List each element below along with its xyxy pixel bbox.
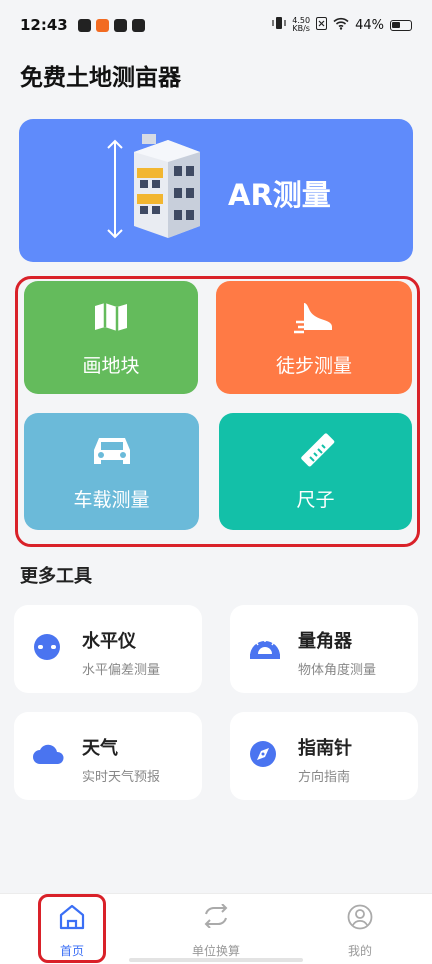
level-icon (32, 632, 62, 666)
tool-title: 水平仪 (82, 631, 136, 652)
highlight-frame (38, 894, 106, 963)
weather-tool-card[interactable]: 天气 实时天气预报 (14, 712, 202, 800)
battery-icon (390, 19, 412, 31)
more-tools-title: 更多工具 (20, 566, 92, 587)
tool-title: 量角器 (298, 631, 352, 652)
compass-tool-card[interactable]: 指南针 方向指南 (230, 712, 418, 800)
vertical-arrow-icon (107, 139, 123, 239)
app-notification-icon (95, 18, 109, 32)
tool-title: 天气 (82, 738, 118, 759)
app-notification-icon (77, 18, 91, 32)
status-time: 12:43 (20, 16, 68, 34)
convert-icon (203, 903, 229, 932)
app-notification-icon (131, 18, 145, 32)
home-indicator[interactable] (129, 958, 303, 962)
level-tool-card[interactable]: 水平仪 水平偏差测量 (14, 605, 202, 693)
tool-subtitle: 实时天气预报 (82, 770, 161, 785)
tool-subtitle: 方向指南 (298, 770, 351, 785)
status-bar: 12:43 4.50 KB/s 44% (0, 0, 432, 50)
ar-measure-button[interactable] (19, 119, 413, 262)
building-icon (134, 134, 200, 238)
wifi-icon (333, 17, 349, 34)
sim-off-icon (316, 16, 328, 34)
vibrate-icon (272, 16, 286, 34)
tool-subtitle: 物体角度测量 (298, 663, 377, 678)
cloud-icon (32, 742, 64, 770)
nav-item-mine[interactable]: 我的 (310, 894, 410, 964)
page-title: 免费土地测亩器 (20, 65, 181, 91)
highlight-frame (15, 276, 420, 547)
ar-measure-label: AR测量 (228, 178, 331, 212)
network-speed: 4.50 KB/s (292, 16, 311, 33)
status-app-icons (77, 18, 145, 32)
app-notification-icon (113, 18, 127, 32)
tool-title: 指南针 (298, 738, 352, 759)
nav-label: 单位换算 (191, 944, 240, 958)
protractor-tool-card[interactable]: 量角器 物体角度测量 (230, 605, 418, 693)
tool-subtitle: 水平偏差测量 (82, 663, 161, 678)
nav-label: 我的 (347, 944, 372, 958)
user-icon (347, 904, 373, 934)
nav-item-unit-convert[interactable]: 单位换算 (166, 894, 266, 964)
status-right: 4.50 KB/s 44% (272, 16, 412, 34)
protractor-icon (248, 634, 282, 664)
compass-icon (248, 739, 278, 773)
battery-text: 44% (355, 17, 384, 33)
